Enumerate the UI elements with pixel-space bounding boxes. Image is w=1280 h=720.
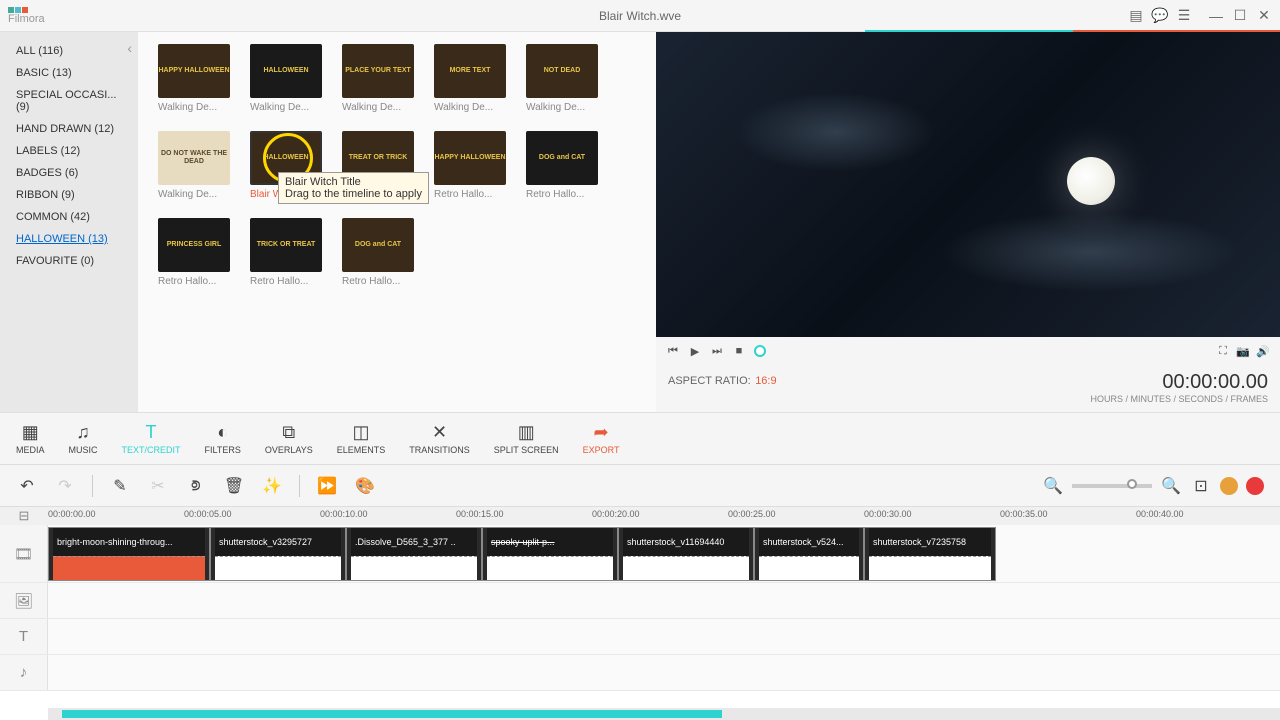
title-thumbnail[interactable]: HALLOWEENWalking De... (250, 44, 322, 113)
drag-tooltip: Blair Witch Title Drag to the timeline t… (278, 172, 429, 204)
module-tabs: ▦MEDIA ♫MUSIC TTEXT/CREDIT ◐FILTERS ⧉OVERLAY… (0, 412, 1280, 464)
list-icon[interactable]: ☰ (1176, 8, 1192, 24)
magic-button[interactable]: ✨ (261, 475, 283, 497)
sidebar-item[interactable]: LABELS (12) (0, 140, 138, 162)
tab-media[interactable]: ▦MEDIA (16, 422, 45, 455)
snapshot-icon[interactable]: 📷 (1236, 344, 1250, 358)
color-button[interactable]: 🎨 (354, 475, 376, 497)
title-thumbnail[interactable]: DOG and CATRetro Hallo... (342, 218, 414, 287)
title-thumbnail[interactable]: NOT DEADWalking De... (526, 44, 598, 113)
collapse-arrow-icon[interactable]: ‹ (127, 40, 132, 56)
timecode-display: 00:00:00.00 HOURS / MINUTES / SECONDS / … (1090, 371, 1268, 404)
sidebar-item[interactable]: HALLOWEEN (13) (0, 228, 138, 250)
tab-elements[interactable]: ◫ELEMENTS (337, 422, 386, 455)
sidebar-item[interactable]: BASIC (13) (0, 62, 138, 84)
timeline-scrollbar[interactable] (48, 708, 1280, 720)
video-track-icon[interactable]: 🎞 (0, 525, 48, 582)
stop-button[interactable]: ■ (732, 344, 746, 358)
title-thumbnail[interactable]: HAPPY HALLOWEENWalking De... (158, 44, 230, 113)
tab-music[interactable]: ♫MUSIC (69, 422, 98, 455)
tab-overlays[interactable]: ⧉OVERLAYS (265, 422, 313, 455)
sidebar-item[interactable]: SPECIAL OCCASI... (9) (0, 84, 138, 118)
fullscreen-icon[interactable]: ⛶ (1216, 344, 1230, 358)
undo-button[interactable]: ↶ (16, 475, 38, 497)
thumbnail-grid: HAPPY HALLOWEENWalking De... HALLOWEENWal… (138, 32, 656, 412)
ruler-lock-icon[interactable]: ⊟ (0, 507, 48, 525)
image-track-icon[interactable]: 🖼 (0, 583, 48, 618)
timeline-clip[interactable]: .Dissolve_D565_3_377 .. (346, 527, 482, 581)
ruler-mark: 00:00:30.00 (864, 509, 912, 519)
timeline-toolbar: ↶ ↷ ✎ ✂ ⟄ 🗑 ✨ ⏩ 🎨 🔍 🔍 ⊡ (0, 464, 1280, 506)
crop-button[interactable]: ⟄ (185, 475, 207, 497)
tab-filters[interactable]: ◐FILTERS (205, 422, 241, 455)
close-button[interactable]: ✕ (1256, 8, 1272, 24)
timeline-clip[interactable]: shutterstock_v7235758 (864, 527, 996, 581)
sidebar-item[interactable]: ALL (116) (0, 40, 138, 62)
note-icon[interactable]: ▤ (1128, 8, 1144, 24)
title-thumbnail[interactable]: TRICK OR TREATRetro Hallo... (250, 218, 322, 287)
ruler-mark: 00:00:05.00 (184, 509, 232, 519)
project-title: Blair Witch.wve (599, 9, 681, 23)
ruler-mark: 00:00:20.00 (592, 509, 640, 519)
chat-icon[interactable]: 💬 (1152, 8, 1168, 24)
sidebar-item[interactable]: COMMON (42) (0, 206, 138, 228)
record-indicator[interactable] (1220, 477, 1238, 495)
record-button[interactable] (1246, 477, 1264, 495)
title-thumbnail[interactable]: HAPPY HALLOWEENRetro Hallo... (434, 131, 506, 200)
timeline-clip[interactable]: bright-moon-shining-throug... (48, 527, 210, 581)
ruler-mark: 00:00:10.00 (320, 509, 368, 519)
preview-panel: ⏮ ▶ ⏭ ■ ⛶ 📷 🔊 ASPECT RATIO: 16:9 00:00:0… (656, 32, 1280, 412)
tab-export[interactable]: ➦EXPORT (583, 422, 620, 455)
ruler-mark: 00:00:00.00 (48, 509, 96, 519)
title-thumbnail[interactable]: MORE TEXTWalking De... (434, 44, 506, 113)
title-thumbnail[interactable]: PRINCESS GIRLRetro Hallo... (158, 218, 230, 287)
tab-textcredit[interactable]: TTEXT/CREDIT (122, 422, 181, 455)
zoom-out-icon[interactable]: 🔍 (1042, 475, 1064, 497)
zoom-in-icon[interactable]: 🔍 (1160, 475, 1182, 497)
text-track-icon[interactable]: T (0, 619, 48, 654)
preview-canvas (656, 32, 1280, 337)
timeline-clip[interactable]: shutterstock_v3295727 (210, 527, 346, 581)
timeline-clip[interactable]: spooky-uplit-p... (482, 527, 618, 581)
rewind-button[interactable]: ⏮ (666, 344, 680, 358)
tab-transitions[interactable]: ✕TRANSITIONS (409, 422, 470, 455)
ruler-mark: 00:00:15.00 (456, 509, 504, 519)
titlebar: Filmora Blair Witch.wve ▤ 💬 ☰ — ☐ ✕ (0, 0, 1280, 32)
category-sidebar: ‹ ALL (116)BASIC (13)SPECIAL OCCASI... (… (0, 32, 138, 412)
minimize-button[interactable]: — (1208, 8, 1224, 24)
audio-track-icon[interactable]: ♪ (0, 655, 48, 690)
aspect-ratio-label: ASPECT RATIO: 16:9 (668, 371, 777, 389)
title-thumbnail[interactable]: PLACE YOUR TEXTWalking De... (342, 44, 414, 113)
play-button[interactable]: ▶ (688, 344, 702, 358)
timeline-clip[interactable]: shutterstock_v11694440 (618, 527, 754, 581)
tab-splitscreen[interactable]: ▥SPLIT SCREEN (494, 422, 559, 455)
ruler-mark: 00:00:35.00 (1000, 509, 1048, 519)
playhead-handle[interactable] (754, 345, 766, 357)
fit-button[interactable]: ⊡ (1190, 475, 1212, 497)
timeline: ⊟ 00:00:00.00 00:00:05.00 00:00:10.00 00:00… (0, 506, 1280, 691)
maximize-button[interactable]: ☐ (1232, 8, 1248, 24)
title-thumbnail[interactable]: DOG and CATRetro Hallo... (526, 131, 598, 200)
sidebar-item[interactable]: BADGES (6) (0, 162, 138, 184)
speed-button[interactable]: ⏩ (316, 475, 338, 497)
redo-button[interactable]: ↷ (54, 475, 76, 497)
moon-visual (1067, 157, 1115, 205)
edit-button[interactable]: ✎ (109, 475, 131, 497)
volume-icon[interactable]: 🔊 (1256, 344, 1270, 358)
sidebar-item[interactable]: RIBBON (9) (0, 184, 138, 206)
forward-button[interactable]: ⏭ (710, 344, 724, 358)
cut-button[interactable]: ✂ (147, 475, 169, 497)
ruler-mark: 00:00:40.00 (1136, 509, 1184, 519)
timeline-clip[interactable]: shutterstock_v524... (754, 527, 864, 581)
ruler-mark: 00:00:25.00 (728, 509, 776, 519)
preview-controls: ⏮ ▶ ⏭ ■ ⛶ 📷 🔊 (656, 337, 1280, 365)
title-thumbnail[interactable]: DO NOT WAKE THE DEADWalking De... (158, 131, 230, 200)
sidebar-item[interactable]: FAVOURITE (0) (0, 250, 138, 272)
app-logo: Filmora (8, 4, 68, 28)
delete-button[interactable]: 🗑 (223, 475, 245, 497)
sidebar-item[interactable]: HAND DRAWN (12) (0, 118, 138, 140)
zoom-slider[interactable] (1072, 484, 1152, 488)
